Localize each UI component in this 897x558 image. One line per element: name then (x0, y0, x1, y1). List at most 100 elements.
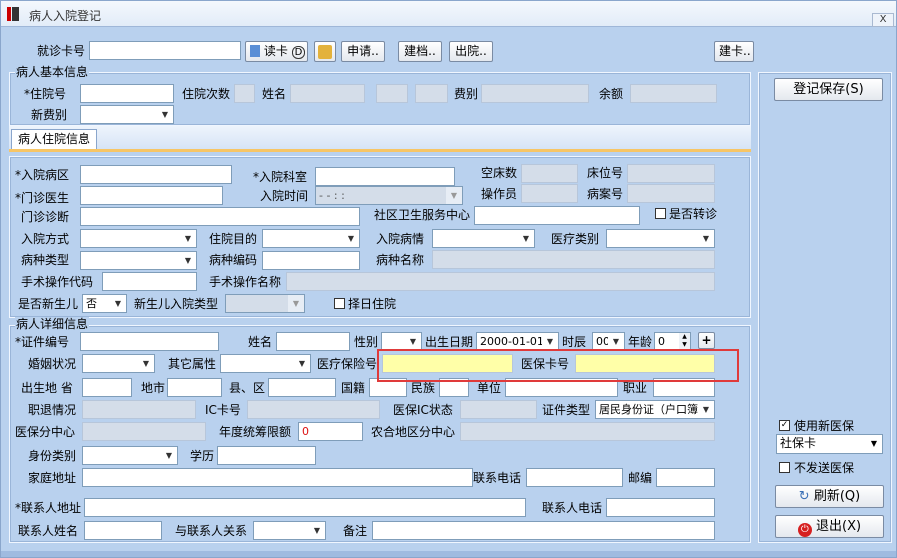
disease-name-field (432, 250, 715, 269)
newborn-type-select[interactable]: ▼ (225, 294, 305, 313)
home-address-input[interactable] (82, 468, 473, 487)
registration-window: 病人入院登记 X 就诊卡号 读卡 D 申请.. 建档.. 出院.. 建卡.. 病… (0, 0, 897, 558)
admit-time-picker[interactable]: - - : : ▼ (315, 186, 463, 205)
province-input[interactable] (82, 378, 132, 397)
close-button[interactable]: X (872, 13, 894, 27)
transfer-checkbox[interactable] (655, 208, 666, 219)
postcode-input[interactable] (656, 468, 715, 487)
contact-phone-input[interactable] (606, 498, 715, 517)
app-icon (7, 7, 19, 21)
power-icon: ⏻ (797, 523, 812, 537)
card-no-label: 就诊卡号 (37, 44, 86, 58)
balance-field (630, 84, 717, 103)
chevron-down-icon: ▼ (446, 187, 462, 204)
use-new-insurance-label: 使用新医保 (794, 419, 855, 433)
education-label: 学历 (190, 449, 215, 463)
diagnosis-input[interactable] (80, 207, 360, 226)
med-type-select[interactable]: ▼ (606, 229, 715, 248)
city-label: 地市 (141, 381, 166, 395)
disease-code-input[interactable] (262, 251, 360, 270)
contact-name-label: 联系人姓名 (18, 524, 79, 538)
bed-no-field (627, 164, 715, 183)
select-day-checkbox[interactable] (334, 298, 345, 309)
contact-name-input[interactable] (84, 521, 162, 540)
marital-select[interactable]: ▼ (82, 354, 155, 373)
refresh-button[interactable]: ↻ 刷新(Q) (775, 485, 884, 508)
id-type-label: 证件类型 (542, 403, 591, 417)
newborn-value: 否 (86, 297, 97, 310)
county-label: 县、区 (229, 381, 266, 395)
chevron-down-icon: ▼ (343, 230, 359, 247)
doctor-input[interactable] (80, 186, 223, 205)
card-no-input[interactable] (89, 41, 241, 60)
ward-input[interactable] (80, 165, 232, 184)
exit-button[interactable]: ⏻ 退出(X) (775, 515, 884, 538)
read-card-button[interactable]: 读卡 D (245, 41, 308, 62)
ic-card-field (247, 400, 380, 419)
other-attr-select[interactable]: ▼ (220, 354, 311, 373)
city-input[interactable] (167, 378, 222, 397)
apply-button[interactable]: 申请.. (341, 41, 385, 62)
visit-count-label: 住院次数 (182, 87, 231, 101)
condition-label: 入院病情 (376, 232, 425, 246)
disease-type-select[interactable]: ▼ (80, 251, 197, 270)
id-type-select[interactable]: 居民身份证（户口簿） ▼ (595, 400, 715, 419)
annual-limit-input[interactable]: 0 (298, 422, 363, 441)
read-card-label: 读卡 (263, 44, 288, 58)
purpose-select[interactable]: ▼ (262, 229, 360, 248)
phone-label: 联系电话 (473, 471, 522, 485)
no-send-label: 不发送医保 (794, 461, 855, 475)
tab-admission-info[interactable]: 病人住院信息 (11, 129, 98, 150)
admit-time-value: - - : : (319, 189, 345, 202)
refresh-label: 刷新(Q) (813, 489, 861, 504)
admit-mode-select[interactable]: ▼ (80, 229, 197, 248)
contact-address-input[interactable] (84, 498, 526, 517)
phone-input[interactable] (526, 468, 623, 487)
discharge-button[interactable]: 出院.. (449, 41, 493, 62)
county-input[interactable] (268, 378, 336, 397)
record-no-label: 病案号 (587, 187, 624, 201)
newborn-select[interactable]: 否 ▼ (82, 294, 127, 313)
identity-select[interactable]: ▼ (82, 446, 178, 465)
broom-button[interactable] (314, 41, 336, 62)
use-new-insurance-checkbox[interactable]: ✓ (779, 420, 790, 431)
ic-card-label: IC卡号 (205, 403, 241, 417)
contact-address-label: *联系人地址 (15, 501, 82, 515)
window-title: 病人入院登记 (29, 9, 102, 23)
inpatient-no-input[interactable] (80, 84, 174, 103)
card-icon (250, 45, 260, 57)
education-input[interactable] (217, 446, 316, 465)
status-strip (1, 551, 896, 557)
no-send-checkbox[interactable] (779, 462, 790, 473)
chevron-down-icon: ▼ (542, 333, 558, 350)
inpatient-no-label: *住院号 (24, 87, 67, 101)
chevron-down-icon: ▼ (110, 295, 126, 312)
chevron-down-icon: ▼ (866, 435, 882, 452)
surgery-code-input[interactable] (102, 272, 197, 291)
remark-input[interactable] (372, 521, 715, 540)
file-button[interactable]: 建档.. (398, 41, 442, 62)
add-button[interactable]: + (698, 332, 715, 349)
surgery-name-label: 手术操作名称 (209, 275, 282, 289)
save-button[interactable]: 登记保存(S) (774, 78, 883, 101)
chevron-down-icon: ▼ (161, 447, 177, 464)
plus-icon: + (701, 333, 712, 347)
detail-name-input[interactable] (276, 332, 350, 351)
new-fee-type-select[interactable]: ▼ (80, 105, 174, 124)
dept-input[interactable] (315, 167, 455, 186)
med-type-label: 医疗类别 (551, 232, 600, 246)
fee-type-field (481, 84, 589, 103)
employer-label: 单位 (477, 381, 502, 395)
community-input[interactable] (474, 206, 640, 225)
highlight-box (377, 349, 739, 382)
chevron-down-icon: ▼ (294, 355, 310, 372)
age-label: 年龄 (628, 335, 653, 349)
chevron-down-icon: ▼ (698, 230, 714, 247)
build-card-button[interactable]: 建卡.. (714, 41, 754, 62)
id-no-input[interactable] (80, 332, 219, 351)
insurance-card-type-select[interactable]: 社保卡 ▼ (776, 434, 883, 454)
relation-select[interactable]: ▼ (253, 521, 326, 540)
ic-status-label: 医保IC状态 (393, 403, 453, 417)
condition-select[interactable]: ▼ (432, 229, 535, 248)
insurance-card-type-value: 社保卡 (780, 436, 817, 450)
